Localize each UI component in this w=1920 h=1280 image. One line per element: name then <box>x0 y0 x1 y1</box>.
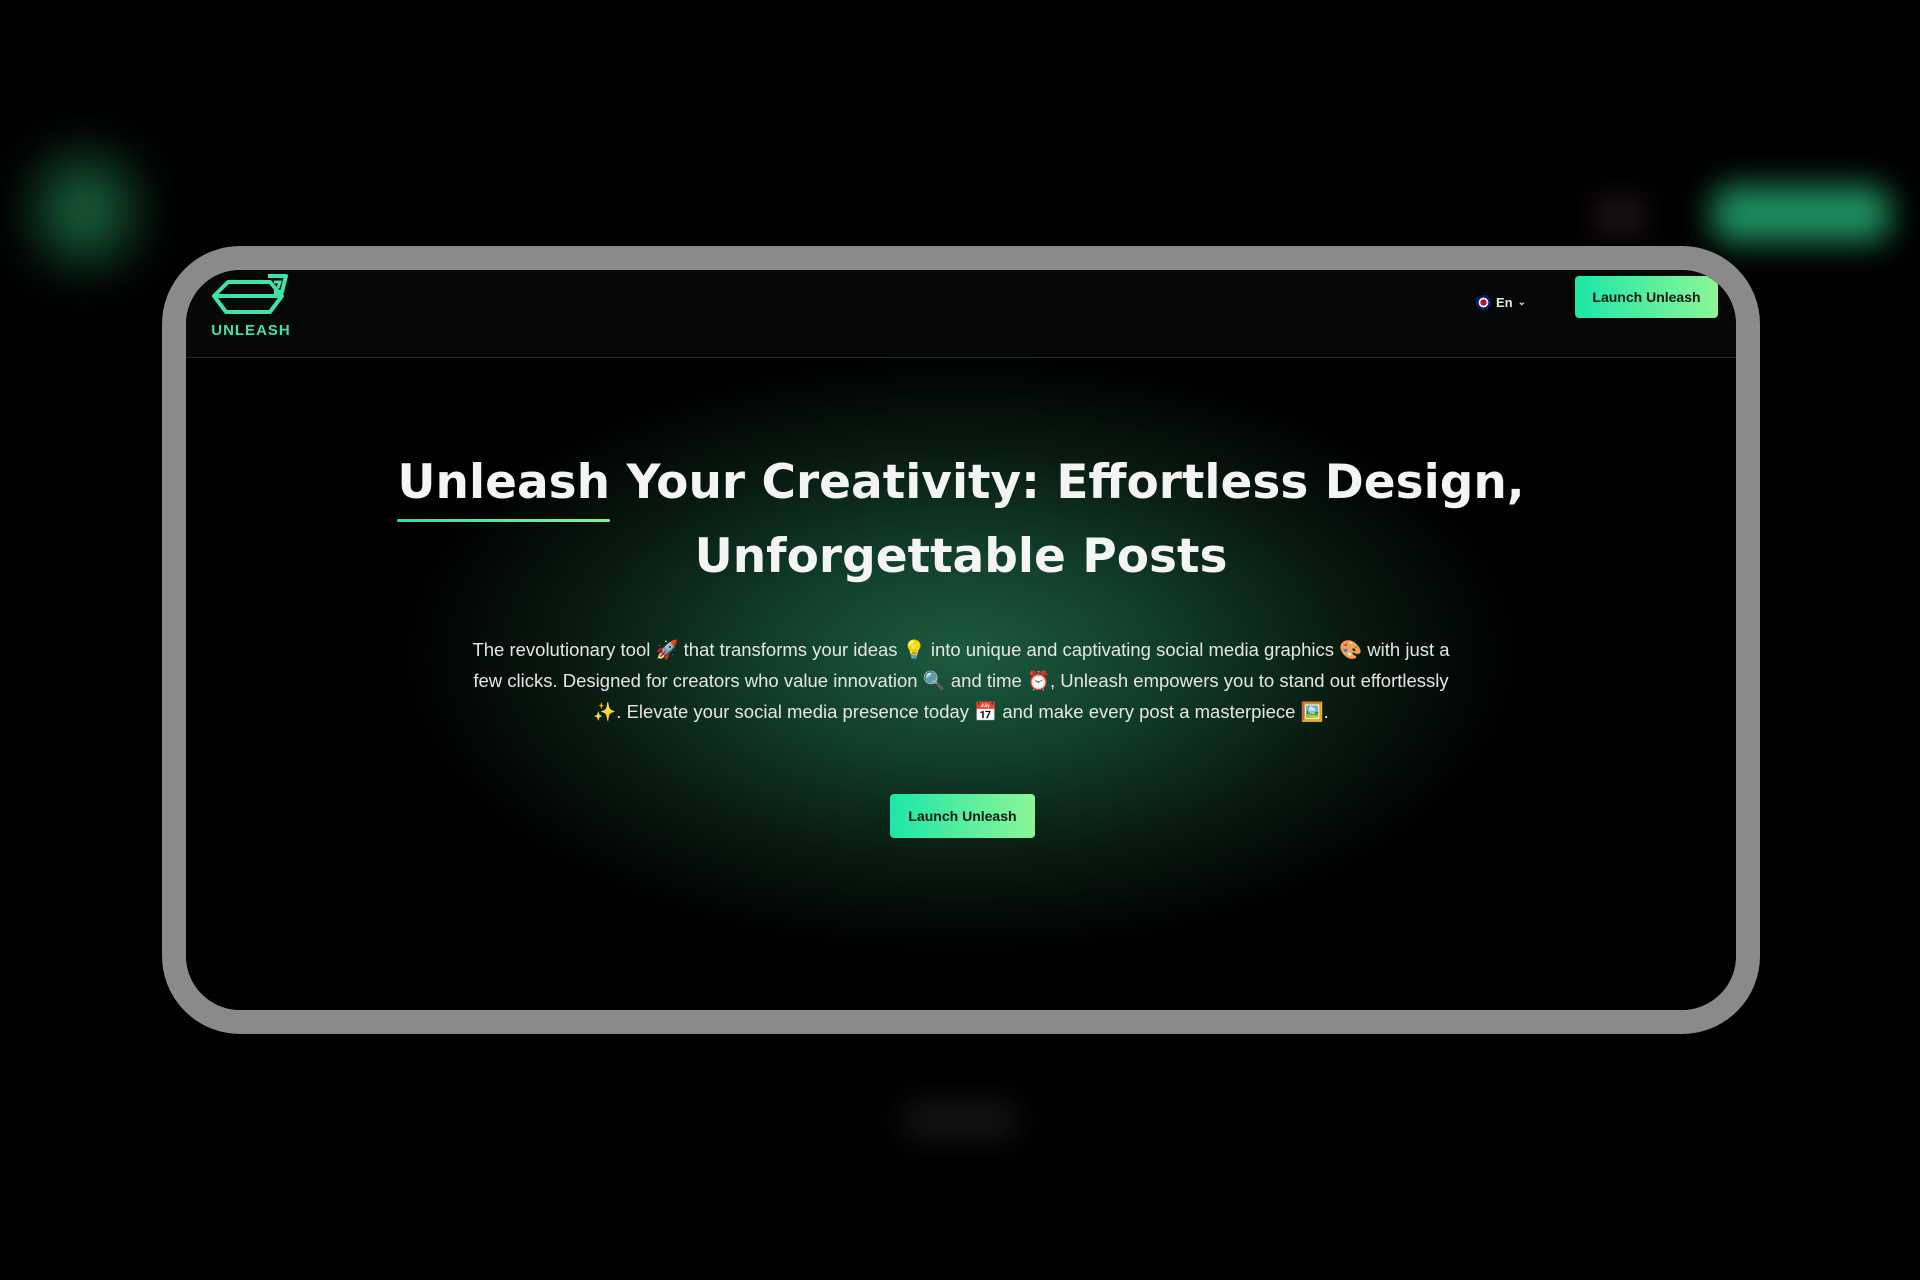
chevron-down-icon: ⌄ <box>1517 296 1527 308</box>
unleash-logo-icon <box>212 274 288 314</box>
background-blur-shape <box>40 160 130 260</box>
background-blur-button <box>1712 186 1890 242</box>
device-frame: UNLEASH En ⌄ Launch Unleash Unleash Your… <box>162 246 1760 1034</box>
hero-title-highlight: Unleash <box>397 446 610 522</box>
presentation-stage: UNLEASH En ⌄ Launch Unleash Unleash Your… <box>0 0 1920 1280</box>
hero-title-rest: Your Creativity: Effortless Design, Unfo… <box>610 455 1525 584</box>
language-label: En <box>1496 294 1513 310</box>
brand-logo[interactable]: UNLEASH <box>208 270 298 350</box>
uk-flag-icon <box>1476 294 1491 310</box>
background-blur-shape <box>900 1100 1020 1140</box>
background-blur-shape <box>1590 196 1650 236</box>
launch-unleash-header-button[interactable]: Launch Unleash <box>1575 276 1718 318</box>
hero-title: Unleash Your Creativity: Effortless Desi… <box>386 446 1536 594</box>
site-header: UNLEASH En ⌄ Launch Unleash <box>186 270 1736 358</box>
hero-description: The revolutionary tool 🚀 that transforms… <box>472 639 1450 722</box>
language-selector[interactable]: En ⌄ <box>1476 290 1526 314</box>
launch-unleash-hero-button[interactable]: Launch Unleash <box>890 794 1035 838</box>
website-screen: UNLEASH En ⌄ Launch Unleash Unleash Your… <box>186 270 1736 1010</box>
brand-name: UNLEASH <box>211 322 291 339</box>
